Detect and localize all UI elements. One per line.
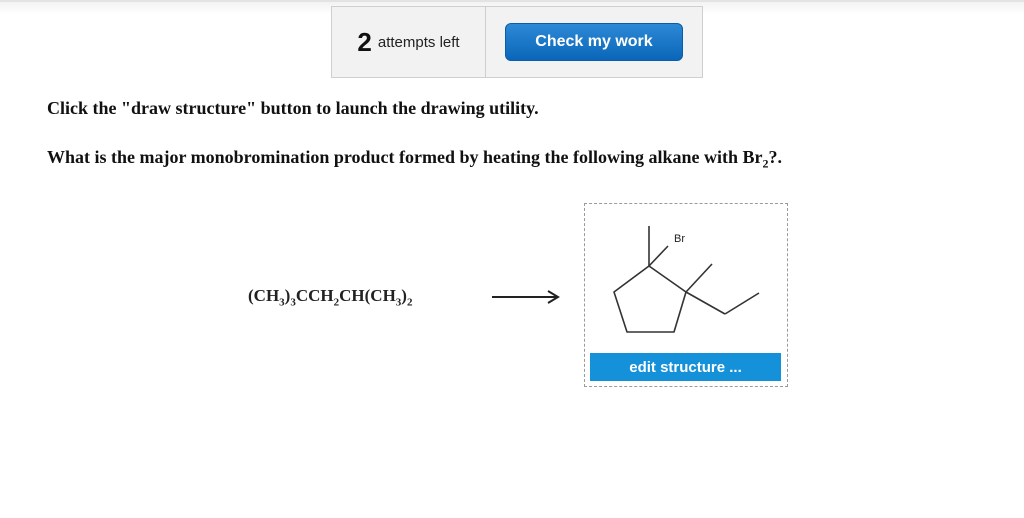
- product-structure-drawing: Br: [613, 226, 760, 333]
- question-prompt-suffix: ?.: [768, 147, 783, 167]
- formula-part: CCH: [295, 286, 334, 305]
- formula-part: (CH: [248, 286, 280, 305]
- edit-structure-button[interactable]: edit structure ...: [590, 353, 781, 381]
- bond-methyl-2: [685, 263, 713, 293]
- bond-c-br: [648, 245, 669, 267]
- attempts-count: 2: [357, 26, 372, 57]
- question-prompt-text: What is the major monobromination produc…: [47, 147, 763, 167]
- formula-subscript: 2: [406, 296, 413, 309]
- attempts-toolbar: 2 attempts left Check my work: [331, 6, 703, 78]
- check-my-work-button[interactable]: Check my work: [505, 23, 683, 61]
- cyclopentane-ring: [613, 265, 687, 333]
- bond-ethyl-1: [685, 291, 726, 315]
- instruction-text: Click the "draw structure" button to lau…: [47, 98, 539, 118]
- bond-ethyl-2: [724, 292, 760, 315]
- structure-drawing-area[interactable]: Br edit structure ...: [584, 203, 788, 387]
- question-prompt: What is the major monobromination produc…: [47, 147, 782, 172]
- check-button-container: Check my work: [486, 7, 702, 77]
- attempts-label: attempts left: [377, 33, 460, 51]
- reaction-arrow-icon: [492, 290, 560, 304]
- atom-label-br: Br: [674, 233, 685, 245]
- reactant-formula: (CH3)3CCH2CH(CH3)2: [248, 286, 412, 308]
- attempts-indicator: 2 attempts left: [332, 7, 486, 77]
- formula-part: CH(CH: [339, 286, 396, 305]
